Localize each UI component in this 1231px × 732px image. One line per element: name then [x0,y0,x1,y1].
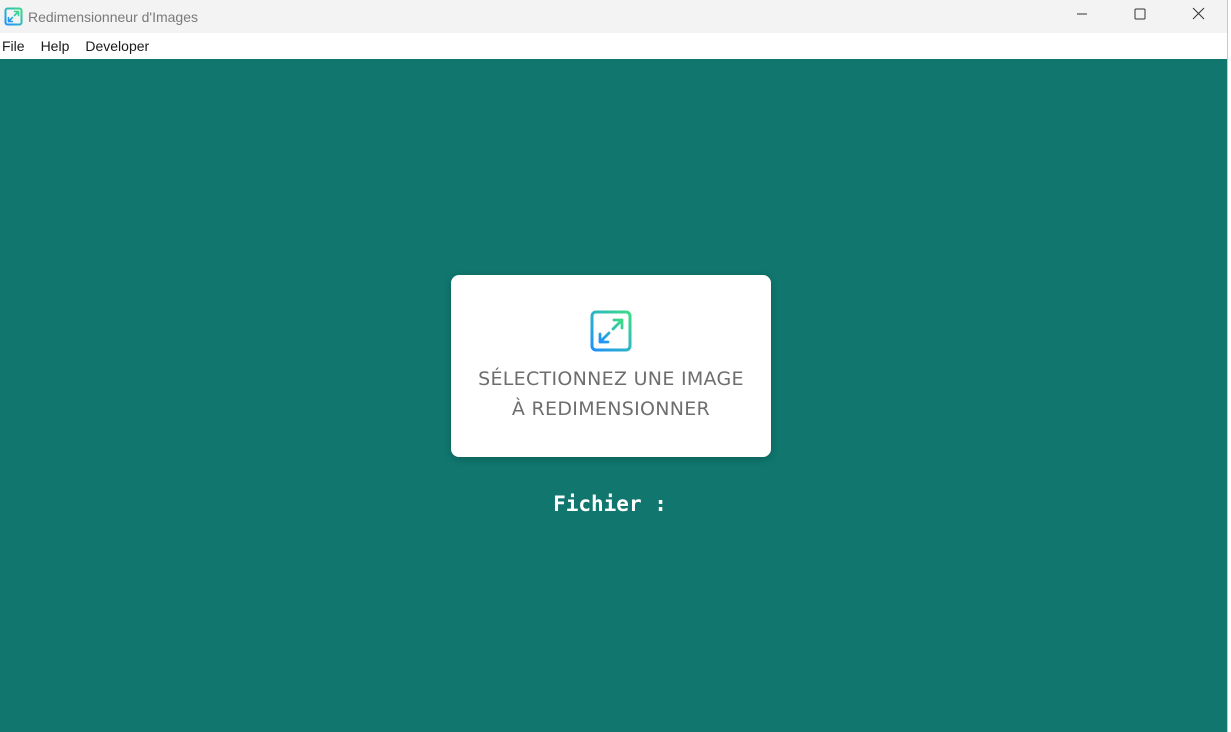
app-window: Redimensionneur d'Images File Help Devel… [0,0,1231,732]
close-icon [1192,7,1205,25]
menu-developer[interactable]: Developer [83,38,157,54]
close-button[interactable] [1169,0,1227,31]
dropzone-label: SÉLECTIONNEZ UNE IMAGE À REDIMENSIONNER [478,364,744,424]
window-edge [1227,0,1231,732]
maximize-icon [1134,7,1146,25]
dropzone-label-line1: SÉLECTIONNEZ UNE IMAGE [478,368,744,390]
window-title: Redimensionneur d'Images [28,8,198,25]
title-bar[interactable]: Redimensionneur d'Images [0,0,1227,33]
minimize-icon [1076,7,1088,25]
menu-help[interactable]: Help [39,38,78,54]
maximize-button[interactable] [1111,0,1169,31]
selected-file-label: Fichier : [553,492,667,516]
menu-file[interactable]: File [0,38,33,54]
menu-bar: File Help Developer [0,33,1227,59]
select-image-dropzone[interactable]: SÉLECTIONNEZ UNE IMAGE À REDIMENSIONNER [451,275,771,457]
window-controls [1053,0,1227,31]
main-content: SÉLECTIONNEZ UNE IMAGE À REDIMENSIONNER … [0,59,1227,732]
resize-arrows-icon [4,7,23,26]
resize-arrows-icon [590,310,632,352]
dropzone-label-line2: À REDIMENSIONNER [511,398,711,420]
minimize-button[interactable] [1053,0,1111,31]
